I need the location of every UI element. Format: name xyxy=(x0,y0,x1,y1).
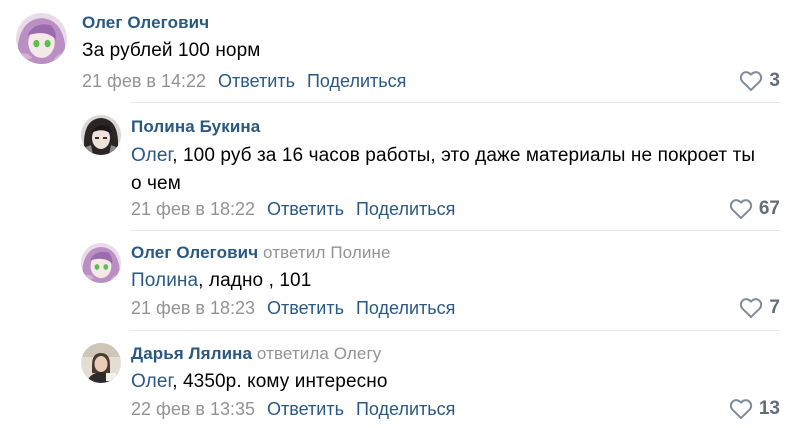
like-count: 7 xyxy=(769,297,780,318)
share-button[interactable]: Поделиться xyxy=(356,298,455,318)
avatar[interactable] xyxy=(81,243,121,283)
comment-author: Дарья Лялина ответила Олегу xyxy=(131,344,381,364)
divider xyxy=(130,102,780,103)
heart-icon xyxy=(729,399,752,419)
comment-date[interactable]: 21 фев в 14:22 xyxy=(82,71,206,91)
author-name[interactable]: Олег Олегович xyxy=(82,13,209,32)
heart-icon xyxy=(740,71,763,91)
comment-body: , 4350р. кому интересно xyxy=(172,371,388,392)
comment-author[interactable]: Олег Олегович xyxy=(82,13,209,33)
comment-body: , ладно , 101 xyxy=(198,270,312,291)
comment-author: Олег Олегович ответил Полине xyxy=(131,243,391,263)
like-button[interactable]: 7 xyxy=(739,297,780,319)
reply-button[interactable]: Ответить xyxy=(218,71,295,91)
like-count: 13 xyxy=(758,398,780,419)
comment-text: Олег, 100 руб за 16 часов работы, это да… xyxy=(131,142,761,198)
avatar[interactable] xyxy=(81,343,121,383)
comment-text: Полина, ладно , 101 xyxy=(131,267,761,295)
author-name[interactable]: Полина Букина xyxy=(131,117,260,136)
divider xyxy=(130,330,780,331)
divider xyxy=(130,230,780,231)
comment-date[interactable]: 21 фев в 18:22 xyxy=(131,199,255,219)
comment-meta: 21 фев в 14:22 Ответить Поделиться xyxy=(82,71,406,92)
avatar[interactable] xyxy=(81,115,121,155)
comment-body: За рублей 100 норм xyxy=(82,40,261,61)
like-button[interactable]: 13 xyxy=(729,398,780,420)
avatar-anime-girl-image xyxy=(16,13,67,64)
avatar-dark-hair-image xyxy=(81,115,121,155)
comment-author[interactable]: Полина Букина xyxy=(131,117,260,137)
reply-button[interactable]: Ответить xyxy=(267,298,344,318)
comment-date[interactable]: 22 фев в 13:35 xyxy=(131,399,255,419)
author-name[interactable]: Дарья Лялина xyxy=(131,344,252,363)
author-name[interactable]: Олег Олегович xyxy=(131,243,258,262)
mention-link[interactable]: Полина xyxy=(131,270,198,291)
comment-text: Олег, 4350р. кому интересно xyxy=(131,368,761,396)
reply-button[interactable]: Ответить xyxy=(267,399,344,419)
comment-meta: 21 фев в 18:23 Ответить Поделиться xyxy=(131,298,455,319)
reply-button[interactable]: Ответить xyxy=(267,199,344,219)
comment-date[interactable]: 21 фев в 18:23 xyxy=(131,298,255,318)
like-count: 3 xyxy=(769,70,780,91)
heart-icon xyxy=(740,298,763,318)
share-button[interactable]: Поделиться xyxy=(356,399,455,419)
comment-meta: 21 фев в 18:22 Ответить Поделиться xyxy=(131,199,455,220)
share-button[interactable]: Поделиться xyxy=(356,199,455,219)
like-count: 67 xyxy=(758,198,780,219)
avatar[interactable] xyxy=(16,13,67,64)
mention-link[interactable]: Олег xyxy=(131,145,172,166)
reply-to-label[interactable]: ответила Олегу xyxy=(257,344,381,363)
reply-to-label[interactable]: ответил Полине xyxy=(263,243,390,262)
like-button[interactable]: 67 xyxy=(729,198,780,220)
heart-icon xyxy=(729,199,752,219)
comment-text: За рублей 100 норм xyxy=(82,37,762,65)
avatar-photo-image xyxy=(81,343,121,383)
comment-meta: 22 фев в 13:35 Ответить Поделиться xyxy=(131,399,455,420)
mention-link[interactable]: Олег xyxy=(131,371,172,392)
comment-body: , 100 руб за 16 часов работы, это даже м… xyxy=(131,145,756,194)
avatar-anime-girl-image xyxy=(81,243,121,283)
share-button[interactable]: Поделиться xyxy=(307,71,406,91)
like-button[interactable]: 3 xyxy=(739,70,780,92)
